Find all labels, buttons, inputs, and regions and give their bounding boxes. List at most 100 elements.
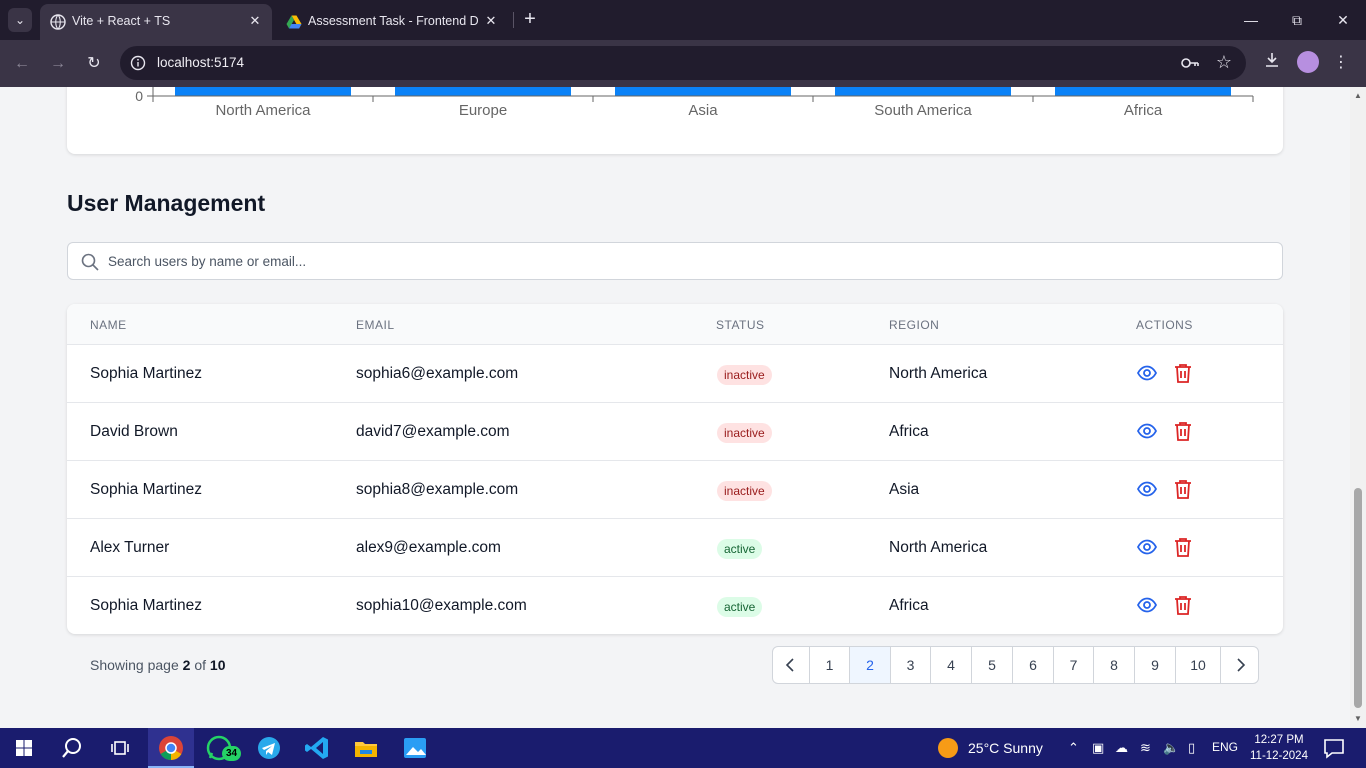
file-explorer-icon[interactable] [352, 734, 380, 762]
delete-trash-icon[interactable] [1172, 536, 1194, 558]
forward-arrow-icon[interactable]: → [46, 52, 70, 76]
wifi-icon[interactable]: ≋ [1140, 740, 1151, 756]
status-badge: active [717, 539, 763, 559]
delete-trash-icon[interactable] [1172, 420, 1194, 442]
reload-icon[interactable]: ↻ [82, 52, 106, 76]
user-name: Sophia Martinez [90, 481, 203, 498]
column-header-name: NAME [90, 318, 127, 332]
address-bar[interactable]: localhost:5174 ☆ [120, 46, 1246, 80]
page-button-2[interactable]: 2 [850, 647, 891, 683]
table-row: Sophia Martinez sophia10@example.com act… [67, 577, 1283, 634]
windows-start-icon[interactable] [10, 734, 38, 762]
profile-avatar[interactable] [1297, 51, 1319, 73]
table-row: Alex Turner alex9@example.com active Nor… [67, 519, 1283, 577]
chart-bar [175, 87, 351, 96]
scroll-up-arrow-icon[interactable]: ▲ [1354, 92, 1362, 100]
view-eye-icon[interactable] [1136, 536, 1158, 558]
chevron-up-icon[interactable]: ⌃ [1068, 740, 1079, 756]
password-key-icon[interactable] [1180, 54, 1200, 72]
windows-taskbar: 34 25°C Sunny ⌃ ▣ ☁ ≋ 🔈 ▯ ENG 12:27 PM 1… [0, 728, 1366, 768]
vscode-icon[interactable] [303, 734, 331, 762]
page-viewport: 0 North America Europe Asia South America Afr… [0, 87, 1366, 728]
close-tab-icon[interactable]: ✕ [246, 12, 264, 30]
site-info-icon[interactable] [130, 55, 146, 71]
more-menu-icon[interactable]: ⋮ [1329, 51, 1353, 75]
tab-title: Assessment Task - Frontend Dev [308, 14, 478, 28]
new-tab-button[interactable]: + [518, 8, 542, 32]
close-tab-icon[interactable]: ✕ [482, 12, 500, 30]
restore-icon[interactable]: ⧉ [1274, 0, 1320, 40]
search-icon[interactable] [58, 734, 86, 762]
delete-trash-icon[interactable] [1172, 478, 1194, 500]
chevron-left-icon [785, 658, 794, 672]
page-button-7[interactable]: 7 [1054, 647, 1094, 683]
user-email: sophia10@example.com [356, 597, 527, 614]
view-eye-icon[interactable] [1136, 362, 1158, 384]
page-button-1[interactable]: 1 [810, 647, 850, 683]
browser-toolbar: ← → ↻ localhost:5174 ☆ ⋮ [0, 40, 1366, 87]
download-icon[interactable] [1260, 51, 1284, 75]
chart-y-tick-label: 0 [135, 88, 143, 104]
notification-badge: 34 [222, 746, 242, 761]
browser-tab-bar: ⌄ Vite + React + TS ✕ Assessment Task - … [0, 0, 1366, 40]
minimize-icon[interactable]: — [1228, 0, 1274, 40]
clock[interactable]: 12:27 PM 11-12-2024 [1244, 732, 1314, 764]
scroll-thumb[interactable] [1354, 488, 1362, 708]
user-email: david7@example.com [356, 423, 510, 440]
page-button-3[interactable]: 3 [891, 647, 931, 683]
column-header-status: STATUS [716, 318, 765, 332]
table-row: David Brown david7@example.com inactive … [67, 403, 1283, 461]
language-indicator[interactable]: ENG [1212, 740, 1238, 754]
page-button-10[interactable]: 10 [1176, 647, 1221, 683]
notification-center-icon[interactable] [1320, 734, 1348, 762]
meet-now-icon[interactable]: ▣ [1092, 740, 1104, 756]
tab-search-button[interactable]: ⌄ [8, 8, 32, 32]
battery-icon[interactable]: ▯ [1188, 740, 1195, 756]
page-button-9[interactable]: 9 [1135, 647, 1176, 683]
search-box[interactable] [67, 242, 1283, 280]
user-name: David Brown [90, 423, 178, 440]
next-page-button[interactable] [1221, 647, 1258, 683]
delete-trash-icon[interactable] [1172, 362, 1194, 384]
task-view-icon[interactable] [106, 734, 134, 762]
chart-x-tick-label: North America [215, 102, 311, 119]
globe-icon [50, 14, 66, 30]
weather-text[interactable]: 25°C Sunny [968, 740, 1043, 756]
view-eye-icon[interactable] [1136, 594, 1158, 616]
chevron-right-icon [1236, 658, 1245, 672]
chart-x-tick-label: Asia [688, 102, 718, 119]
view-eye-icon[interactable] [1136, 420, 1158, 442]
search-input[interactable] [108, 250, 1268, 272]
status-badge: inactive [717, 481, 772, 501]
scroll-down-arrow-icon[interactable]: ▼ [1354, 715, 1362, 723]
telegram-icon[interactable] [255, 734, 283, 762]
page-button-5[interactable]: 5 [972, 647, 1013, 683]
tab-active[interactable]: Vite + React + TS ✕ [40, 4, 272, 40]
view-eye-icon[interactable] [1136, 478, 1158, 500]
clock-time: 12:27 PM [1254, 734, 1304, 746]
page-scrollbar[interactable]: ▲ ▼ [1350, 87, 1366, 728]
page-button-8[interactable]: 8 [1094, 647, 1135, 683]
column-header-email: EMAIL [356, 318, 395, 332]
status-badge: inactive [717, 423, 772, 443]
page-button-6[interactable]: 6 [1013, 647, 1054, 683]
speaker-muted-icon[interactable]: 🔈 [1163, 740, 1179, 756]
url-text: localhost:5174 [157, 55, 245, 70]
bookmark-star-icon[interactable]: ☆ [1216, 52, 1232, 73]
previous-page-button[interactable] [773, 647, 810, 683]
delete-trash-icon[interactable] [1172, 594, 1194, 616]
chart-bar [835, 87, 1011, 96]
onedrive-cloud-icon[interactable]: ☁ [1115, 740, 1128, 756]
back-arrow-icon[interactable]: ← [10, 52, 34, 76]
photos-app-icon[interactable] [401, 734, 429, 762]
tab-inactive[interactable]: Assessment Task - Frontend Dev ✕ [276, 4, 508, 40]
user-email: sophia6@example.com [356, 365, 519, 382]
status-badge: inactive [717, 365, 772, 385]
close-window-icon[interactable]: ✕ [1320, 0, 1366, 40]
chart-bar [1055, 87, 1231, 96]
tab-divider [513, 12, 514, 28]
chrome-icon[interactable] [157, 734, 185, 762]
region-bar-chart: 0 North America Europe Asia South America Afr… [135, 87, 1254, 119]
page-button-4[interactable]: 4 [931, 647, 972, 683]
user-name: Sophia Martinez [90, 365, 203, 382]
